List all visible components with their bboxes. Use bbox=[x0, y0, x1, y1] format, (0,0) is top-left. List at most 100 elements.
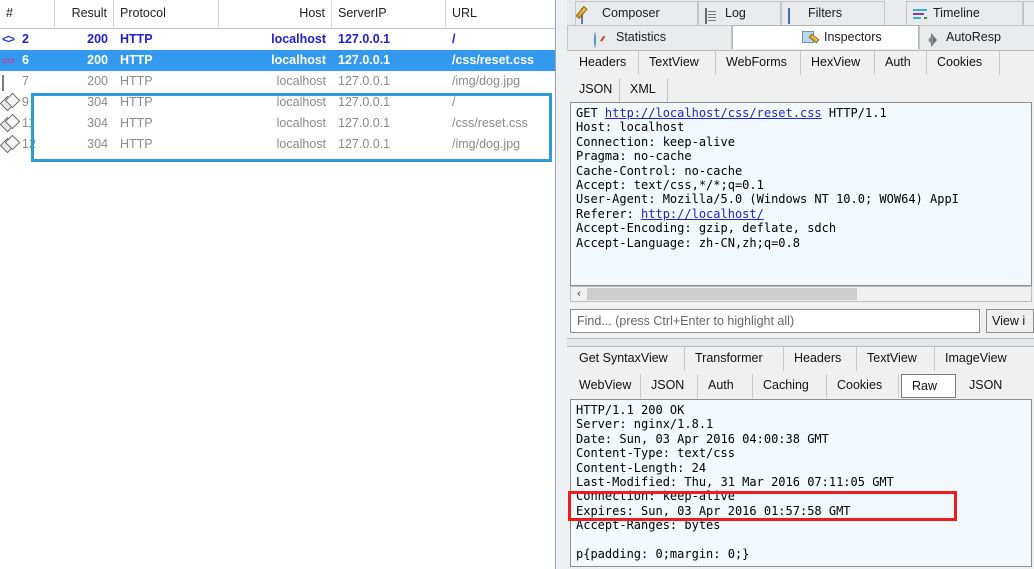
column-header-num[interactable]: # bbox=[0, 0, 55, 27]
response-line-1: HTTP/1.1 200 OK bbox=[576, 403, 685, 417]
table-row-selected[interactable]: css 6 200 HTTP localhost 127.0.0.1 /css/… bbox=[0, 50, 555, 71]
cell-serverip: 127.0.0.1 bbox=[338, 116, 391, 130]
scroll-thumb[interactable] bbox=[587, 288, 857, 300]
subtab-textview[interactable]: TextView bbox=[639, 51, 716, 75]
request-line-3: Connection: keep-alive bbox=[576, 134, 735, 149]
subtab-get-syntaxview[interactable]: Get SyntaxView bbox=[569, 347, 685, 371]
subtab-xml[interactable]: XML bbox=[620, 78, 668, 102]
autoresponder-icon bbox=[926, 29, 943, 46]
cell-num: 11 bbox=[22, 116, 35, 130]
subtab-webview[interactable]: WebView bbox=[569, 374, 641, 398]
tab-timeline[interactable]: Timeline bbox=[906, 1, 1023, 25]
tab-composer[interactable]: Composer bbox=[575, 1, 698, 25]
column-header-protocol[interactable]: Protocol bbox=[114, 0, 219, 27]
tab-inspectors[interactable]: Inspectors bbox=[732, 25, 919, 49]
cell-host: localhost bbox=[276, 95, 326, 109]
table-row[interactable]: 12 304 HTTP localhost 127.0.0.1 /img/dog… bbox=[0, 134, 555, 155]
tab-overflow-right[interactable] bbox=[1023, 1, 1034, 25]
cell-result: 304 bbox=[87, 95, 108, 109]
tab-label: Timeline bbox=[933, 6, 980, 20]
request-hscrollbar[interactable]: ‹ bbox=[570, 286, 1032, 302]
request-line-9: Accept-Encoding: gzip, deflate, sdch bbox=[576, 221, 837, 236]
response-raw-textarea[interactable]: HTTP/1.1 200 OK Server: nginx/1.8.1 Date… bbox=[570, 399, 1032, 567]
cell-protocol: HTTP bbox=[120, 32, 153, 46]
table-row[interactable]: 9 304 HTTP localhost 127.0.0.1 / bbox=[0, 92, 555, 113]
subtab-json-2[interactable]: JSON bbox=[959, 374, 1019, 398]
cell-protocol: HTTP bbox=[120, 95, 153, 109]
subtab-headers[interactable]: Headers bbox=[784, 347, 857, 371]
subtab-overflow[interactable] bbox=[1000, 51, 1034, 75]
request-line-1: GET http://localhost/css/reset.css HTTP/… bbox=[576, 106, 887, 120]
cell-url: / bbox=[452, 95, 456, 109]
cell-url: /img/dog.jpg bbox=[452, 74, 521, 88]
cell-host: localhost bbox=[271, 32, 326, 46]
request-raw-textarea[interactable]: GET http://localhost/css/reset.css HTTP/… bbox=[570, 102, 1032, 286]
cell-serverip: 127.0.0.1 bbox=[338, 32, 391, 46]
tab-filters[interactable]: Filters bbox=[781, 1, 885, 25]
subtab-auth[interactable]: Auth bbox=[875, 51, 927, 75]
response-line-6: Last-Modified: Thu, 31 Mar 2016 07:11:05… bbox=[576, 475, 894, 490]
table-row[interactable]: 11 304 HTTP localhost 127.0.0.1 /css/res… bbox=[0, 113, 555, 134]
column-header-serverip[interactable]: ServerIP bbox=[332, 0, 446, 27]
subtab-json[interactable]: JSON bbox=[641, 374, 698, 398]
tab-statistics[interactable]: Statistics bbox=[567, 25, 732, 49]
cell-protocol: HTTP bbox=[120, 137, 153, 151]
request-line-8: Referer: http://localhost/ bbox=[576, 206, 764, 221]
subtab-cookies[interactable]: Cookies bbox=[927, 51, 1000, 75]
cell-protocol: HTTP bbox=[120, 53, 153, 67]
session-list-panel: # Result Protocol Host ServerIP URL <> 2… bbox=[0, 0, 555, 569]
tab-label: Composer bbox=[602, 6, 660, 20]
request-line-2: Host: localhost bbox=[576, 120, 685, 135]
tab-log[interactable]: Log bbox=[698, 1, 781, 25]
session-grid-header: # Result Protocol Host ServerIP URL bbox=[0, 0, 555, 29]
subtab-json[interactable]: JSON bbox=[569, 78, 620, 102]
response-line-5: Content-Length: 24 bbox=[576, 460, 707, 475]
response-line-2: Server: nginx/1.8.1 bbox=[576, 417, 714, 432]
cell-num: 6 bbox=[22, 53, 29, 67]
cell-result: 200 bbox=[87, 53, 108, 67]
cell-num: 9 bbox=[22, 95, 29, 109]
log-icon bbox=[704, 5, 721, 24]
composer-icon bbox=[581, 5, 598, 24]
request-url-link[interactable]: http://localhost/css/reset.css bbox=[605, 106, 822, 120]
cell-url: /img/dog.jpg bbox=[452, 137, 521, 151]
subtab-imageview[interactable]: ImageView bbox=[935, 347, 1034, 371]
response-line-7: Connection: keep-alive bbox=[576, 489, 735, 504]
tab-autoresponder[interactable]: AutoResp bbox=[919, 25, 1034, 49]
cell-serverip: 127.0.0.1 bbox=[338, 95, 391, 109]
subtab-cookies[interactable]: Cookies bbox=[827, 374, 899, 398]
subtab-webforms[interactable]: WebForms bbox=[716, 51, 801, 75]
scroll-left-arrow[interactable]: ‹ bbox=[572, 288, 586, 300]
subtab-textview[interactable]: TextView bbox=[857, 347, 935, 371]
subtab-headers[interactable]: Headers bbox=[569, 51, 639, 75]
subtab-transformer[interactable]: Transformer bbox=[685, 347, 784, 371]
cell-host: localhost bbox=[276, 137, 326, 151]
referer-link[interactable]: http://localhost/ bbox=[641, 207, 764, 221]
cell-protocol: HTTP bbox=[120, 116, 153, 130]
timeline-icon bbox=[912, 5, 929, 22]
fiddler-window: # Result Protocol Host ServerIP URL <> 2… bbox=[0, 0, 1034, 569]
cell-serverip: 127.0.0.1 bbox=[338, 53, 391, 67]
cell-host: localhost bbox=[276, 116, 326, 130]
view-in-notepad-button[interactable]: View i bbox=[986, 309, 1034, 333]
request-subtab-strip: Headers TextView WebForms HexView Auth C… bbox=[567, 51, 1034, 102]
find-input[interactable]: Find... (press Ctrl+Enter to highlight a… bbox=[570, 309, 980, 333]
statistics-icon bbox=[593, 29, 610, 48]
inspectors-icon bbox=[801, 29, 818, 46]
column-header-host[interactable]: Host bbox=[219, 0, 332, 27]
response-subtab-strip: Get SyntaxView Transformer Headers TextV… bbox=[567, 347, 1034, 398]
request-response-splitter[interactable] bbox=[567, 338, 1034, 347]
table-row[interactable]: 7 200 HTTP localhost 127.0.0.1 /img/dog.… bbox=[0, 71, 555, 92]
subtab-auth[interactable]: Auth bbox=[698, 374, 753, 398]
request-line-10: Accept-Language: zh-CN,zh;q=0.8 bbox=[576, 235, 800, 250]
column-header-result[interactable]: Result bbox=[55, 0, 114, 27]
column-header-url[interactable]: URL bbox=[446, 0, 555, 27]
response-line-8: Expires: Sun, 03 Apr 2016 01:57:58 GMT bbox=[576, 503, 851, 518]
request-line-6: Accept: text/css,*/*;q=0.1 bbox=[576, 178, 764, 193]
subtab-caching[interactable]: Caching bbox=[753, 374, 827, 398]
table-row[interactable]: <> 2 200 HTTP localhost 127.0.0.1 / bbox=[0, 29, 555, 50]
subtab-raw[interactable]: Raw bbox=[901, 374, 956, 398]
subtab-hexview[interactable]: HexView bbox=[801, 51, 875, 75]
cell-result: 304 bbox=[87, 137, 108, 151]
tab-label: Statistics bbox=[616, 30, 667, 44]
